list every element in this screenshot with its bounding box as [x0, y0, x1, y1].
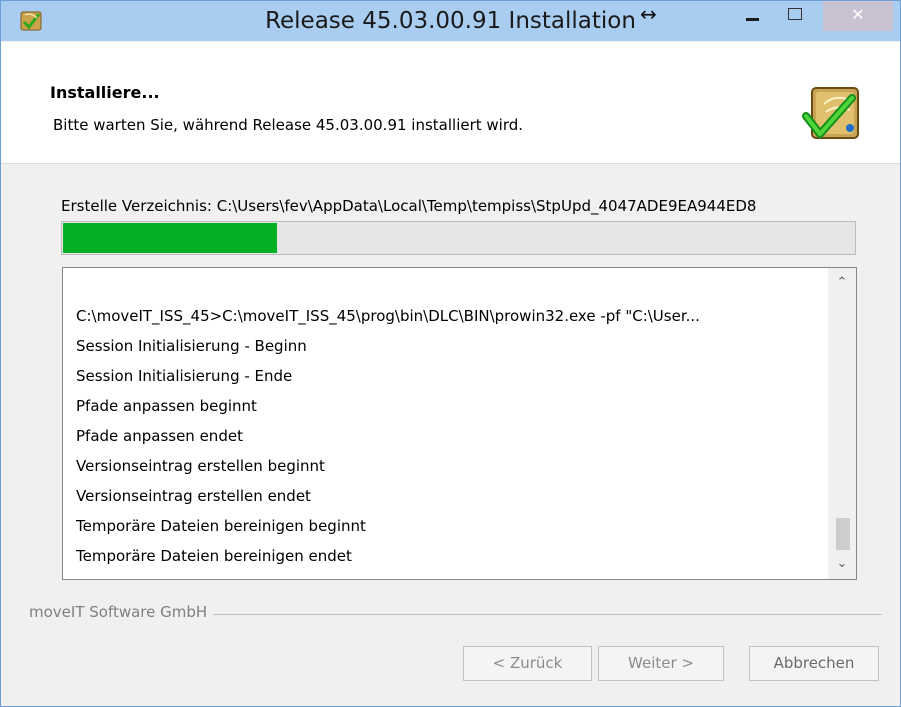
- progress-bar: [61, 221, 856, 255]
- header-panel: Installiere... Bitte warten Sie, während…: [1, 42, 900, 164]
- scroll-up-button[interactable]: ⌃: [828, 270, 856, 296]
- scroll-thumb[interactable]: [836, 518, 850, 550]
- log-line: Session Initialisierung - Ende: [76, 367, 293, 385]
- log-line: Temporäre Dateien bereinigen beginnt: [76, 517, 366, 535]
- log-line: Versionseintrag erstellen endet: [76, 487, 311, 505]
- next-button[interactable]: Weiter >: [598, 646, 724, 681]
- log-line: C:\moveIT_ISS_45>C:\moveIT_ISS_45\prog\b…: [76, 307, 700, 325]
- installer-window: Release 45.03.00.91 Installation ↔ ✕ Ins…: [0, 0, 901, 707]
- resize-cursor-icon: ↔: [640, 2, 657, 26]
- progress-fill: [63, 223, 277, 253]
- chevron-up-icon: ⌃: [836, 275, 848, 290]
- installer-check-icon: [802, 87, 859, 139]
- title-bar[interactable]: Release 45.03.00.91 Installation ↔ ✕: [1, 1, 900, 41]
- scroll-down-button[interactable]: ⌄: [828, 551, 856, 577]
- brand-label: moveIT Software GmbH: [29, 603, 214, 621]
- maximize-button[interactable]: [777, 3, 811, 31]
- log-line: Pfade anpassen beginnt: [76, 397, 257, 415]
- minimize-button[interactable]: [735, 3, 769, 31]
- log-scrollbar[interactable]: ⌃ ⌄: [828, 268, 856, 579]
- log-line: Pfade anpassen endet: [76, 427, 243, 445]
- log-line: Session Initialisierung - Beginn: [76, 337, 307, 355]
- log-line: Temporäre Dateien bereinigen endet: [76, 547, 352, 565]
- page-title: Installiere...: [50, 83, 160, 102]
- page-subtitle: Bitte warten Sie, während Release 45.03.…: [53, 116, 524, 134]
- log-list: C:\moveIT_ISS_45>C:\moveIT_ISS_45\prog\b…: [76, 301, 826, 571]
- close-icon: ✕: [851, 5, 865, 24]
- log-line: Versionseintrag erstellen beginnt: [76, 457, 325, 475]
- status-text: Erstelle Verzeichnis: C:\Users\fev\AppDa…: [61, 197, 757, 215]
- back-button[interactable]: < Zurück: [463, 646, 592, 681]
- close-button[interactable]: ✕: [823, 1, 893, 31]
- cancel-button[interactable]: Abbrechen: [749, 646, 879, 681]
- chevron-down-icon: ⌄: [836, 556, 848, 571]
- log-listbox[interactable]: C:\moveIT_ISS_45>C:\moveIT_ISS_45\prog\b…: [62, 267, 857, 580]
